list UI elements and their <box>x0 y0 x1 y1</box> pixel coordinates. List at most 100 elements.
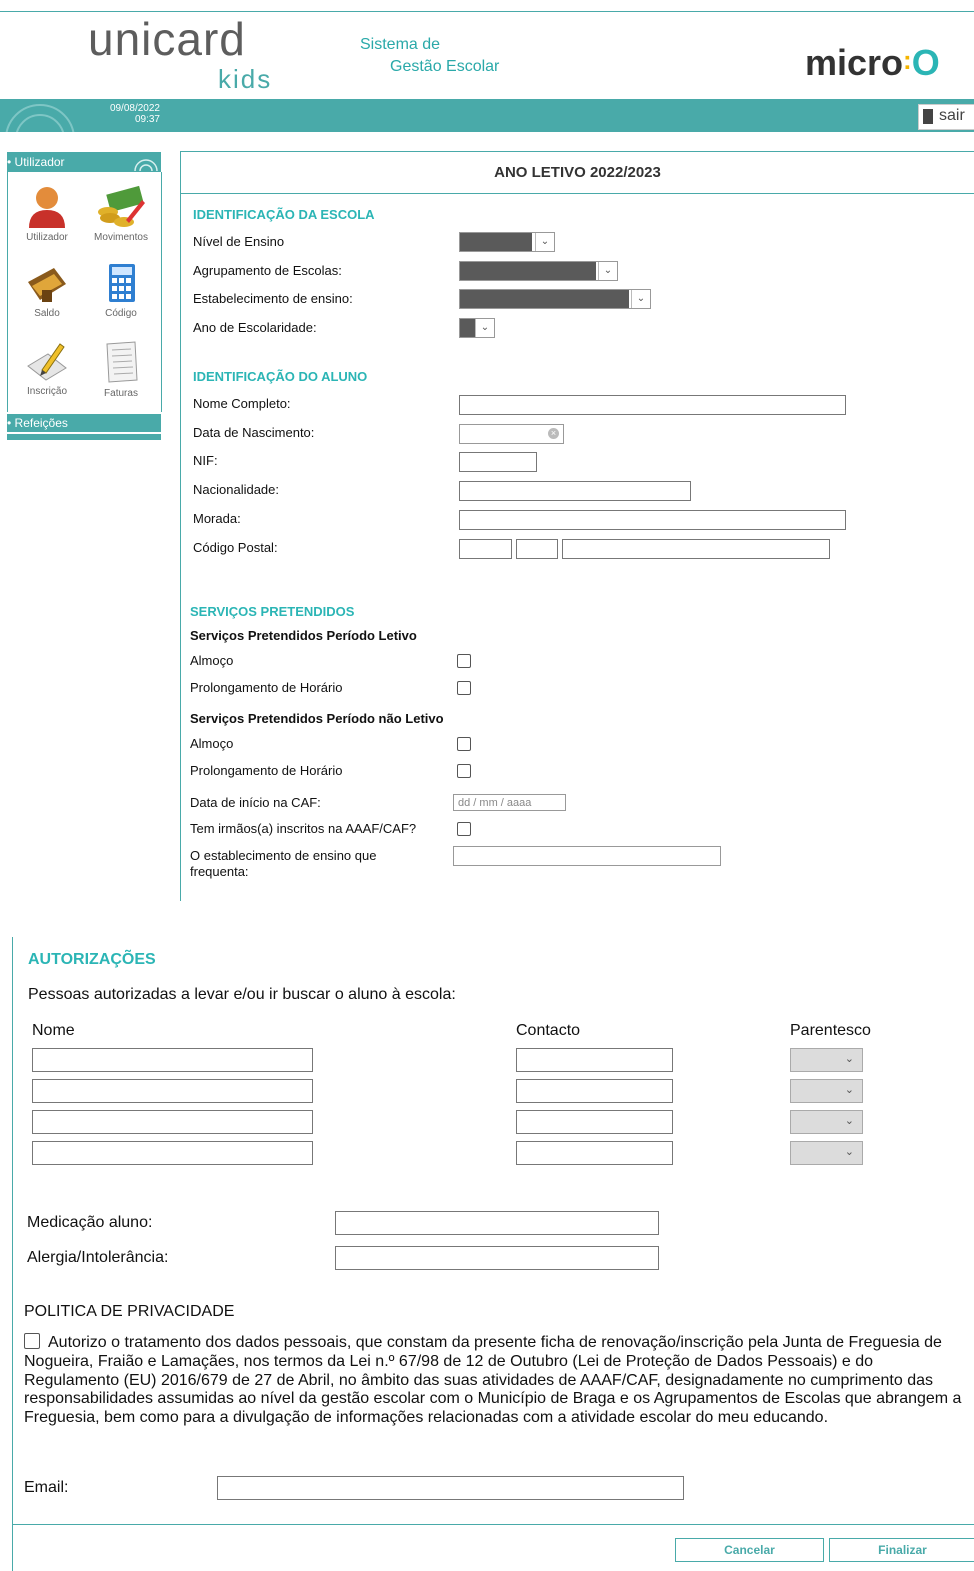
chevron-down-icon: ⌄ <box>844 1146 854 1158</box>
chevron-down-icon: ⌄ <box>598 262 617 280</box>
education-level-label: Nível de Ensino <box>193 234 285 249</box>
allergy-input[interactable] <box>335 1246 659 1270</box>
column-relation-header: Parentesco <box>790 1022 871 1039</box>
school-group-select[interactable]: ⌄ <box>459 261 618 281</box>
select-value-fill <box>460 262 596 280</box>
school-attended-input[interactable] <box>453 846 721 866</box>
form-left-border <box>180 151 181 901</box>
birth-date-input[interactable]: × <box>459 424 564 444</box>
calculator-icon <box>109 264 135 302</box>
page-title: ANO LETIVO 2022/2023 <box>494 164 661 181</box>
siblings-label: Tem irmãos(a) inscritos na AAAF/CAF? <box>190 821 417 836</box>
lunch-school-checkbox[interactable] <box>457 654 471 668</box>
session-datetime: 09/08/2022 09:37 <box>60 103 160 125</box>
caf-start-label: Data de início na CAF: <box>190 795 321 810</box>
user-icon <box>29 187 65 228</box>
wallet-icon <box>28 268 66 302</box>
school-year-select[interactable]: ⌄ <box>459 318 495 338</box>
postal-code-suffix-input[interactable] <box>516 539 558 559</box>
nif-label: NIF: <box>193 453 218 468</box>
student-section-heading: IDENTIFICAÇÃO DO ALUNO <box>193 369 368 384</box>
authorized-name-input-3[interactable] <box>32 1110 313 1134</box>
extended-hours-holiday-checkbox[interactable] <box>457 764 471 778</box>
non-school-period-heading: Serviços Pretendidos Período não Letivo <box>190 711 444 726</box>
sidebar-section-user-label: • Utilizador <box>7 155 65 169</box>
medication-label: Medicação aluno: <box>27 1214 153 1231</box>
sidebar-item-saldo[interactable]: Saldo <box>10 262 84 319</box>
postal-code-prefix-input[interactable] <box>459 539 512 559</box>
chevron-down-icon: ⌄ <box>844 1053 854 1065</box>
sidebar-item-label: Faturas <box>104 388 138 399</box>
sidebar-item-codigo[interactable]: Código <box>84 262 158 319</box>
privacy-heading: POLITICA DE PRIVACIDADE <box>24 1303 235 1320</box>
school-period-heading: Serviços Pretendidos Período Letivo <box>190 628 417 643</box>
pencil-paper-icon <box>27 343 67 381</box>
education-level-select[interactable]: ⌄ <box>459 232 555 252</box>
sidebar-item-inscricao[interactable]: Inscrição <box>10 340 84 397</box>
swirl-small-icon <box>134 159 158 171</box>
sidebar-section-meals-label: • Refeições <box>7 416 68 430</box>
sidebar-item-movimentos[interactable]: Movimentos <box>84 184 158 243</box>
lunch-holiday-checkbox[interactable] <box>457 737 471 751</box>
authorized-name-input-4[interactable] <box>32 1141 313 1165</box>
authorized-contact-input-1[interactable] <box>516 1048 673 1072</box>
system-title-line2: Gestão Escolar <box>390 58 500 75</box>
authorized-relation-select-3[interactable]: ⌄ <box>790 1110 863 1134</box>
siblings-checkbox[interactable] <box>457 822 471 836</box>
postal-code-label: Código Postal: <box>193 540 278 555</box>
authorized-contact-input-3[interactable] <box>516 1110 673 1134</box>
privacy-consent-text: Autorizo o tratamento dos dados pessoais… <box>24 1334 962 1427</box>
session-time: 09:37 <box>134 114 160 125</box>
title-separator <box>181 193 974 194</box>
authorized-relation-select-4[interactable]: ⌄ <box>790 1141 863 1165</box>
address-input[interactable] <box>459 510 846 530</box>
nif-input[interactable] <box>459 452 537 472</box>
school-group-label: Agrupamento de Escolas: <box>193 263 342 278</box>
authorized-name-input-2[interactable] <box>32 1079 313 1103</box>
logout-button[interactable]: sair <box>918 104 974 130</box>
school-select[interactable]: ⌄ <box>459 289 651 309</box>
services-section-heading: SERVIÇOS PRETENDIDOS <box>190 604 355 619</box>
authorized-relation-select-2[interactable]: ⌄ <box>790 1079 863 1103</box>
full-name-label: Nome Completo: <box>193 396 291 411</box>
medication-input[interactable] <box>335 1211 659 1235</box>
finish-button[interactable]: Finalizar <box>829 1538 974 1562</box>
privacy-consent-checkbox[interactable] <box>24 1333 40 1349</box>
extended-hours-school-checkbox[interactable] <box>457 681 471 695</box>
sidebar-item-faturas[interactable]: Faturas <box>84 340 158 399</box>
select-value-fill <box>460 233 532 251</box>
sidebar-item-utilizador[interactable]: Utilizador <box>10 184 84 243</box>
kids-logo: kids <box>218 64 273 94</box>
session-date: 09/08/2022 <box>109 103 160 114</box>
sidebar-section-meals[interactable]: • Refeições <box>7 414 161 432</box>
authorized-name-input-1[interactable] <box>32 1048 313 1072</box>
authorized-contact-input-4[interactable] <box>516 1141 673 1165</box>
chevron-down-icon: ⌄ <box>844 1084 854 1096</box>
chevron-down-icon: ⌄ <box>844 1115 854 1127</box>
cancel-button[interactable]: Cancelar <box>675 1538 824 1562</box>
sidebar-section-user[interactable]: • Utilizador <box>7 152 161 172</box>
sidebar-item-label: Movimentos <box>94 232 148 243</box>
authorizations-heading: AUTORIZAÇÕES <box>28 951 156 968</box>
select-value-fill <box>460 319 476 337</box>
email-input[interactable] <box>217 1476 684 1500</box>
clear-icon[interactable]: × <box>548 428 559 439</box>
school-attended-label: O establecimento de ensino que frequenta… <box>190 848 377 879</box>
sidebar-item-label: Saldo <box>34 308 60 319</box>
select-value-fill <box>460 290 629 308</box>
microio-logo-prefix: micro <box>805 42 904 83</box>
privacy-consent: Autorizo o tratamento dos dados pessoais… <box>24 1333 964 1428</box>
form-top-border <box>181 151 974 152</box>
actions-separator <box>12 1524 974 1525</box>
invoice-icon <box>106 341 138 383</box>
address-label: Morada: <box>193 511 241 526</box>
nationality-input[interactable] <box>459 481 691 501</box>
birth-date-label: Data de Nascimento: <box>193 425 315 440</box>
postal-locality-input[interactable] <box>562 539 830 559</box>
authorized-contact-input-2[interactable] <box>516 1079 673 1103</box>
lower-left-border <box>12 937 13 1571</box>
caf-start-date-input[interactable]: dd / mm / aaaa <box>453 794 566 811</box>
full-name-input[interactable] <box>459 395 846 415</box>
school-section-heading: IDENTIFICAÇÃO DA ESCOLA <box>193 207 375 222</box>
authorized-relation-select-1[interactable]: ⌄ <box>790 1048 863 1072</box>
